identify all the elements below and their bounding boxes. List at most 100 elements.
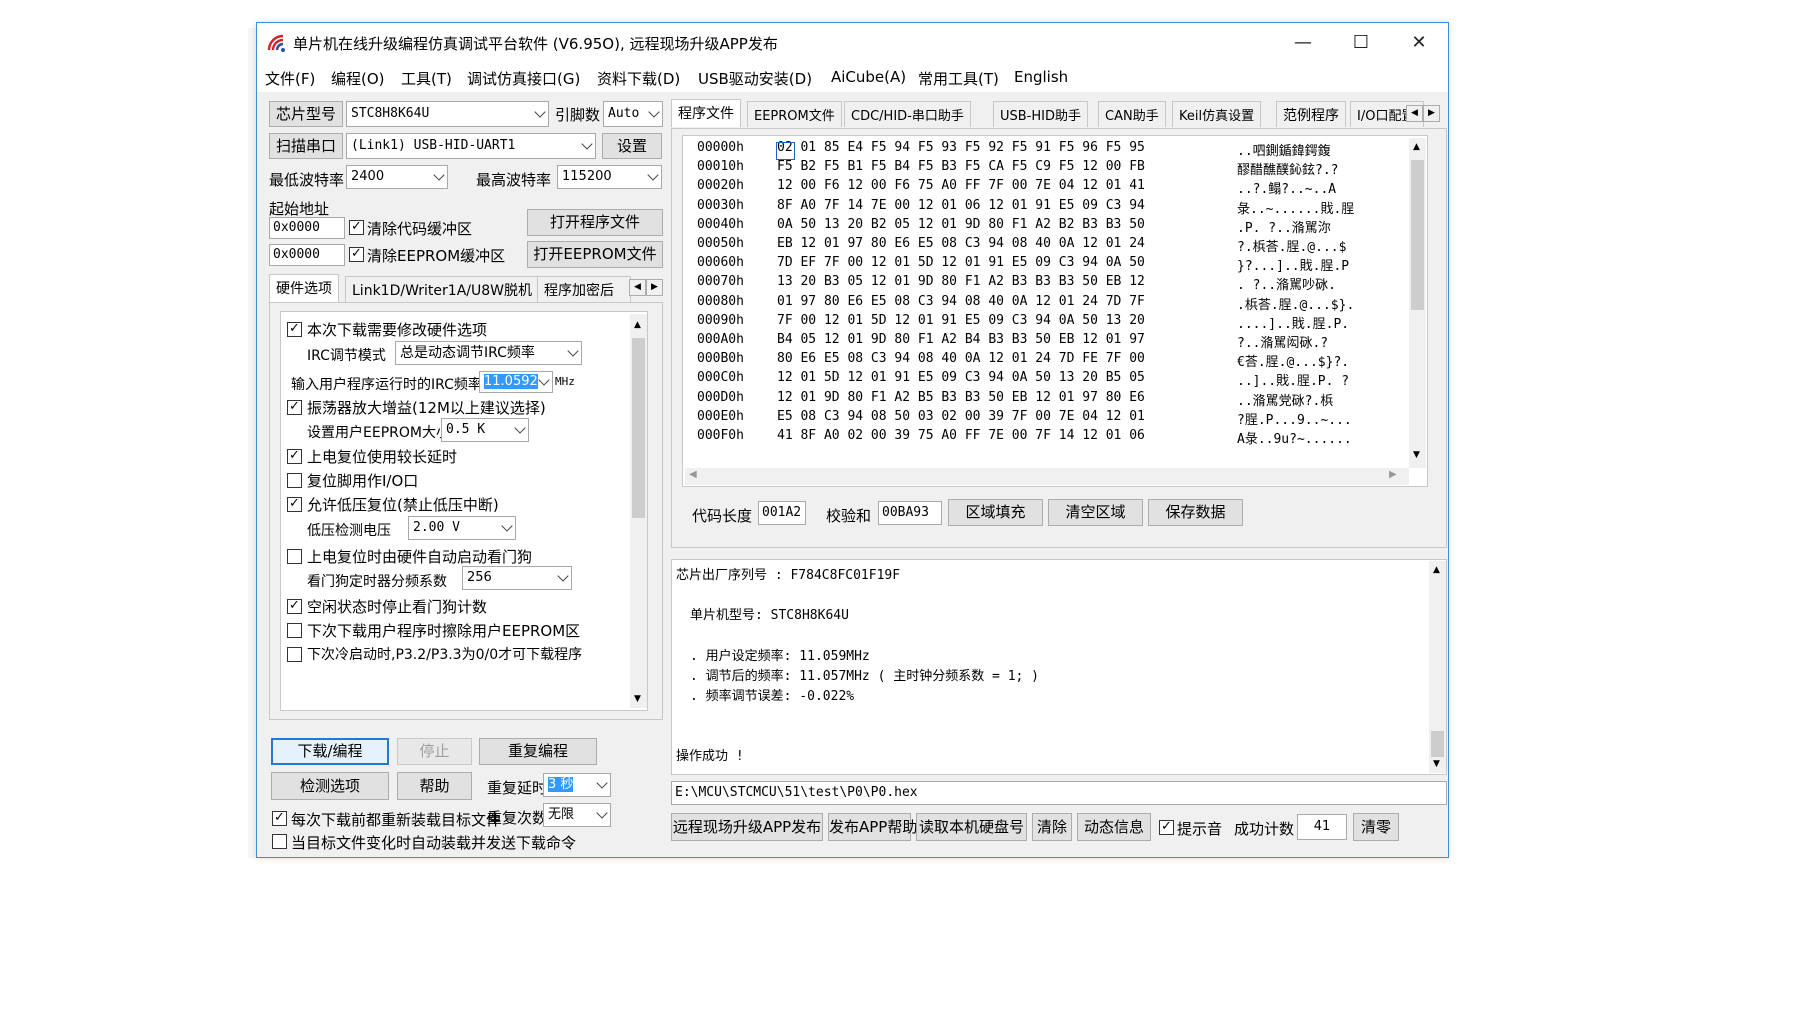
hex-scroll-thumb[interactable]: [1411, 160, 1424, 310]
help-button[interactable]: 帮助: [397, 772, 472, 800]
options-scrollbar[interactable]: ▲ ▼: [630, 314, 647, 708]
eeprom-size-select[interactable]: 0.5 K: [441, 418, 529, 442]
max-baud-select[interactable]: 115200: [557, 165, 662, 189]
tab-keil-settings[interactable]: Keil仿真设置: [1172, 101, 1262, 127]
tab-scroll-right-icon[interactable]: ▶: [646, 279, 663, 296]
file-path-field[interactable]: E:\MCU\STCMCU\51\test\P0\P0.hex: [671, 781, 1447, 805]
menu-english[interactable]: English: [1014, 68, 1068, 86]
repeat-count-select[interactable]: 无限: [543, 803, 611, 827]
open-eeprom-file-button[interactable]: 打开EEPROM文件: [527, 241, 663, 268]
chip-model-select[interactable]: STC8H8K64U: [346, 101, 549, 127]
option-p32-p33-download-checkbox[interactable]: [287, 647, 302, 662]
scroll-up-icon[interactable]: ▲: [1433, 565, 1440, 575]
irc-frequency-unit: MHz: [555, 375, 575, 388]
scroll-down-icon[interactable]: ▼: [634, 694, 641, 704]
min-baud-select[interactable]: 2400: [346, 165, 448, 189]
tab-program-file[interactable]: 程序文件: [671, 99, 741, 127]
scroll-down-icon[interactable]: ▼: [1413, 450, 1420, 460]
option-modify-hardware-checkbox[interactable]: ✓: [287, 322, 302, 337]
right-tab-scroll-left-icon[interactable]: ◀: [1406, 105, 1423, 122]
remote-upgrade-app-button[interactable]: 远程现场升级APP发布: [671, 813, 823, 841]
option-long-reset-delay-checkbox[interactable]: ✓: [287, 449, 302, 464]
check-options-button[interactable]: 检测选项: [271, 772, 389, 800]
fill-area-button[interactable]: 区域填充: [948, 499, 1043, 526]
tab-usb-hid[interactable]: USB-HID助手: [993, 101, 1088, 127]
option-oscillator-gain-checkbox[interactable]: ✓: [287, 400, 302, 415]
option-idle-stop-wdt-checkbox[interactable]: ✓: [287, 599, 302, 614]
download-program-button[interactable]: 下载/编程: [271, 738, 389, 765]
option-hw-watchdog-checkbox[interactable]: [287, 549, 302, 564]
scan-port-button[interactable]: 扫描串口: [269, 133, 343, 159]
scroll-right-icon[interactable]: ▶: [1389, 469, 1397, 480]
publish-app-help-button[interactable]: 发布APP帮助: [828, 813, 917, 841]
option-erase-eeprom-checkbox[interactable]: [287, 623, 302, 638]
menu-debug-interface[interactable]: 调试仿真接口(G): [467, 68, 580, 89]
scroll-up-icon[interactable]: ▲: [1413, 142, 1420, 152]
tab-program-encryption[interactable]: 程序加密后: [537, 276, 631, 302]
irc-mode-select[interactable]: 总是动态调节IRC频率: [395, 341, 582, 365]
log-scroll-thumb[interactable]: [1431, 731, 1444, 757]
scroll-left-icon[interactable]: ◀: [689, 469, 697, 480]
clear-code-checkbox[interactable]: ✓: [349, 220, 364, 235]
repeat-delay-select[interactable]: 3 秒: [543, 773, 611, 797]
reload-before-download-checkbox[interactable]: ✓: [272, 811, 287, 826]
clear-log-button[interactable]: 清除: [1032, 813, 1072, 841]
tab-can-helper[interactable]: CAN助手: [1098, 101, 1166, 127]
options-scroll-thumb[interactable]: [632, 338, 645, 518]
save-data-button[interactable]: 保存数据: [1148, 499, 1243, 526]
log-scrollbar[interactable]: ▲ ▼: [1429, 561, 1446, 773]
stop-button[interactable]: 停止: [397, 738, 472, 765]
start-address-label: 起始地址: [269, 200, 330, 218]
hex-address: 000A0h: [697, 332, 744, 347]
menu-usb-driver[interactable]: USB驱动安装(D): [698, 68, 812, 89]
option-reset-pin-io-checkbox[interactable]: [287, 473, 302, 488]
hardware-options-panel: ✓ 本次下载需要修改硬件选项 IRC调节模式 总是动态调节IRC频率 输入用户程…: [269, 302, 663, 720]
log-operation-success: 操作成功 !: [676, 749, 744, 764]
menu-download-docs[interactable]: 资料下载(D): [597, 68, 680, 89]
clear-eeprom-checkbox[interactable]: ✓: [349, 247, 364, 262]
tab-cdc-hid-serial[interactable]: CDC/HID-串口助手: [844, 101, 971, 127]
auto-send-checkbox[interactable]: [272, 834, 287, 849]
output-log[interactable]: 芯片出厂序列号 : F784C8FC01F19F 单片机型号: STC8H8K6…: [671, 559, 1447, 775]
menu-common-tools[interactable]: 常用工具(T): [918, 68, 999, 89]
clear-area-button[interactable]: 清空区域: [1048, 499, 1143, 526]
pins-label: 引脚数: [555, 106, 601, 124]
wdt-prescaler-select[interactable]: 256: [462, 566, 572, 590]
irc-frequency-select[interactable]: 11.0592: [479, 371, 553, 393]
maximize-button[interactable]: ☐: [1332, 23, 1390, 62]
scroll-down-icon[interactable]: ▼: [1433, 759, 1440, 769]
lvd-voltage-select[interactable]: 2.00 V: [408, 516, 516, 540]
close-button[interactable]: ✕: [1390, 23, 1448, 62]
open-program-file-button[interactable]: 打开程序文件: [527, 209, 663, 236]
title-bar[interactable]: 单片机在线升级编程仿真调试平台软件 (V6.95O), 远程现场升级APP发布 …: [257, 23, 1448, 62]
hex-editor[interactable]: 00000h 02 01 85 E4 F5 94 F5 93 F5 92 F5 9…: [682, 135, 1428, 487]
hex-bytes: EB 12 01 97 80 E6 E5 08 C3 94 08 40 0A 1…: [777, 236, 1145, 251]
right-tab-scroll-right-icon[interactable]: ▶: [1423, 105, 1440, 122]
address-input-code[interactable]: 0x0000: [269, 217, 345, 239]
pins-select[interactable]: Auto: [603, 101, 663, 127]
read-disk-id-button[interactable]: 读取本机硬盘号: [916, 813, 1027, 841]
tab-examples[interactable]: 范例程序: [1276, 101, 1346, 127]
repeat-program-button[interactable]: 重复编程: [479, 738, 597, 765]
tab-scroll-left-icon[interactable]: ◀: [629, 279, 646, 296]
hex-vscrollbar[interactable]: ▲ ▼: [1409, 138, 1426, 468]
tab-offline-writer[interactable]: Link1D/Writer1A/U8W脱机: [345, 276, 539, 302]
sound-checkbox[interactable]: ✓: [1159, 820, 1174, 835]
lvd-voltage-label: 低压检测电压: [307, 523, 391, 539]
menu-aicube[interactable]: AiCube(A): [831, 68, 906, 86]
minimize-button[interactable]: —: [1274, 23, 1332, 62]
menu-file[interactable]: 文件(F): [265, 68, 315, 89]
option-low-voltage-reset-checkbox[interactable]: ✓: [287, 497, 302, 512]
tab-eeprom-file[interactable]: EEPROM文件: [747, 101, 842, 127]
menu-tools[interactable]: 工具(T): [401, 68, 452, 89]
scroll-up-icon[interactable]: ▲: [634, 320, 641, 330]
reset-count-button[interactable]: 清零: [1353, 813, 1399, 841]
dynamic-info-button[interactable]: 动态信息: [1077, 813, 1151, 841]
address-input-eeprom[interactable]: 0x0000: [269, 244, 345, 266]
window-title: 单片机在线升级编程仿真调试平台软件 (V6.95O), 远程现场升级APP发布: [293, 35, 778, 53]
settings-button[interactable]: 设置: [602, 133, 662, 159]
hex-hscrollbar[interactable]: ◀ ▶: [685, 468, 1409, 485]
tab-hardware-options[interactable]: 硬件选项: [269, 274, 339, 302]
menu-program[interactable]: 编程(O): [331, 68, 385, 89]
port-select[interactable]: (Link1) USB-HID-UART1: [346, 133, 596, 159]
